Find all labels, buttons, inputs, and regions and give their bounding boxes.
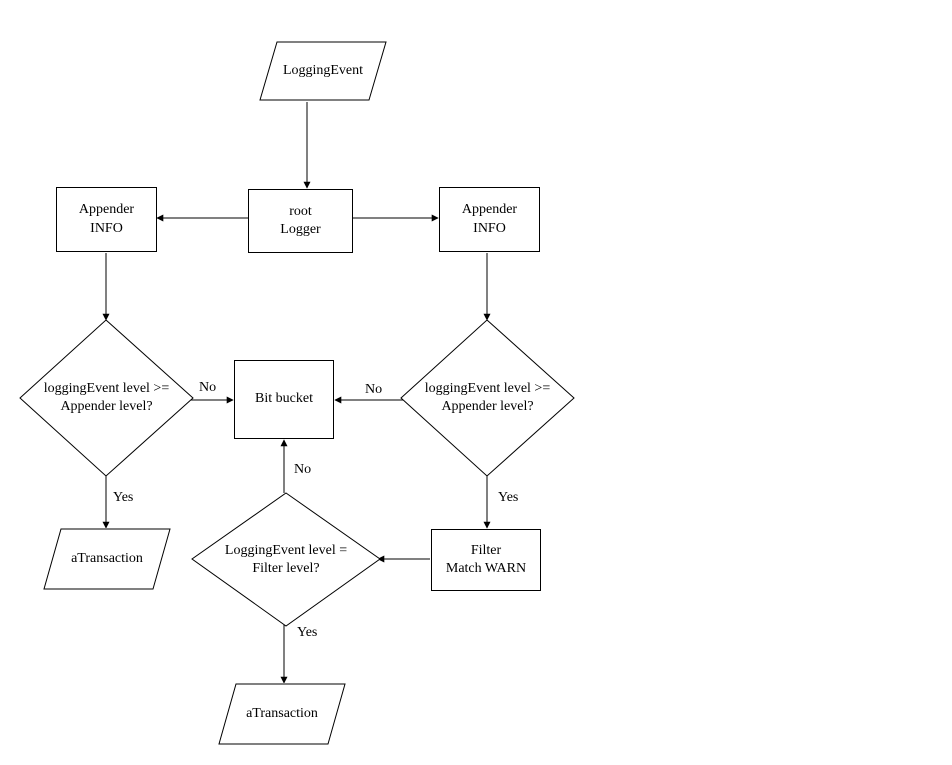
edge-label-no-left: No (199, 380, 216, 396)
node-filter-match-warn: Filter Match WARN (431, 529, 541, 591)
node-atransaction-left: aTransaction (43, 528, 171, 590)
node-label: loggingEvent level >= Appender level? (425, 380, 550, 416)
flowchart-canvas: LoggingEvent root Logger Appender INFO A… (0, 0, 952, 765)
node-label: LoggingEvent (283, 62, 363, 80)
edge-label-yes-right: Yes (498, 490, 518, 506)
node-root-logger: root Logger (248, 189, 353, 253)
node-label: Bit bucket (255, 390, 313, 408)
edge-label-yes-filter: Yes (297, 625, 317, 641)
edge-label-no-right: No (365, 382, 382, 398)
node-label: LoggingEvent level = Filter level? (225, 541, 347, 577)
edge-label-yes-left: Yes (113, 490, 133, 506)
node-atransaction-bottom: aTransaction (218, 683, 346, 745)
node-logging-event: LoggingEvent (259, 41, 387, 101)
node-bit-bucket: Bit bucket (234, 360, 334, 439)
node-label: aTransaction (71, 550, 143, 568)
node-label: root Logger (280, 203, 320, 239)
node-label: loggingEvent level >= Appender level? (44, 380, 169, 416)
edge-label-no-filter: No (294, 462, 311, 478)
node-label: aTransaction (246, 705, 318, 723)
node-decision-left: loggingEvent level >= Appender level? (19, 319, 194, 477)
node-appender-info-right: Appender INFO (439, 187, 540, 252)
node-label: Filter Match WARN (446, 542, 526, 578)
node-decision-filter: LoggingEvent level = Filter level? (191, 492, 381, 627)
node-appender-info-left: Appender INFO (56, 187, 157, 252)
node-decision-right: loggingEvent level >= Appender level? (400, 319, 575, 477)
node-label: Appender INFO (79, 201, 134, 237)
node-label: Appender INFO (462, 201, 517, 237)
